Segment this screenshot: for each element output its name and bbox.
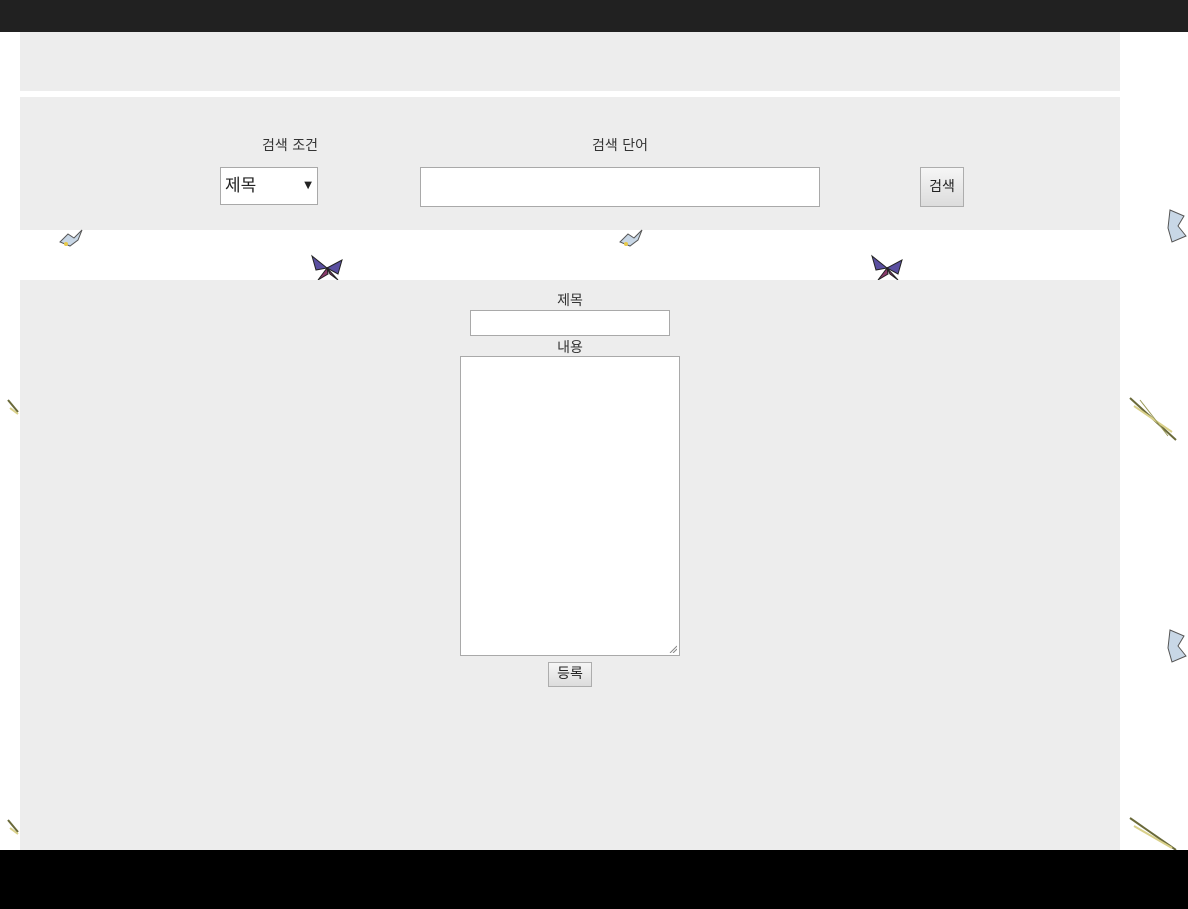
bird-sprite-icon bbox=[619, 229, 643, 247]
header-panel bbox=[20, 32, 1120, 91]
dragonfly-icon bbox=[1129, 817, 1177, 850]
search-panel: 검색 조건 검색 단어 제목 ▼ 검색 bbox=[20, 97, 1120, 230]
dragonfly-icon bbox=[7, 399, 19, 415]
bottom-bar bbox=[0, 850, 1188, 909]
search-button[interactable]: 검색 bbox=[920, 167, 964, 207]
top-bar bbox=[0, 0, 1188, 32]
title-label: 제목 bbox=[557, 293, 583, 309]
title-input[interactable] bbox=[470, 310, 670, 336]
bird-sprite-icon bbox=[59, 229, 83, 247]
butterfly-icon bbox=[311, 254, 343, 281]
resize-grip-icon[interactable] bbox=[669, 645, 677, 653]
content-textarea[interactable] bbox=[460, 356, 680, 656]
search-word-input[interactable] bbox=[420, 167, 820, 207]
search-condition-label: 검색 조건 bbox=[262, 138, 318, 154]
bird-sprite-icon bbox=[1167, 629, 1187, 663]
search-condition-value: 제목 bbox=[225, 176, 257, 196]
bird-sprite-icon bbox=[1167, 209, 1187, 243]
dragonfly-icon bbox=[7, 819, 19, 835]
content-label: 내용 bbox=[557, 340, 583, 356]
submit-button[interactable]: 등록 bbox=[548, 662, 592, 687]
dragonfly-icon bbox=[1129, 397, 1177, 441]
search-condition-select[interactable]: 제목 ▼ bbox=[220, 167, 318, 205]
butterfly-icon bbox=[871, 254, 903, 281]
search-word-label: 검색 단어 bbox=[592, 138, 648, 154]
post-form-panel: 제목 내용 등록 bbox=[20, 280, 1120, 850]
dropdown-arrow-icon: ▼ bbox=[304, 180, 312, 191]
